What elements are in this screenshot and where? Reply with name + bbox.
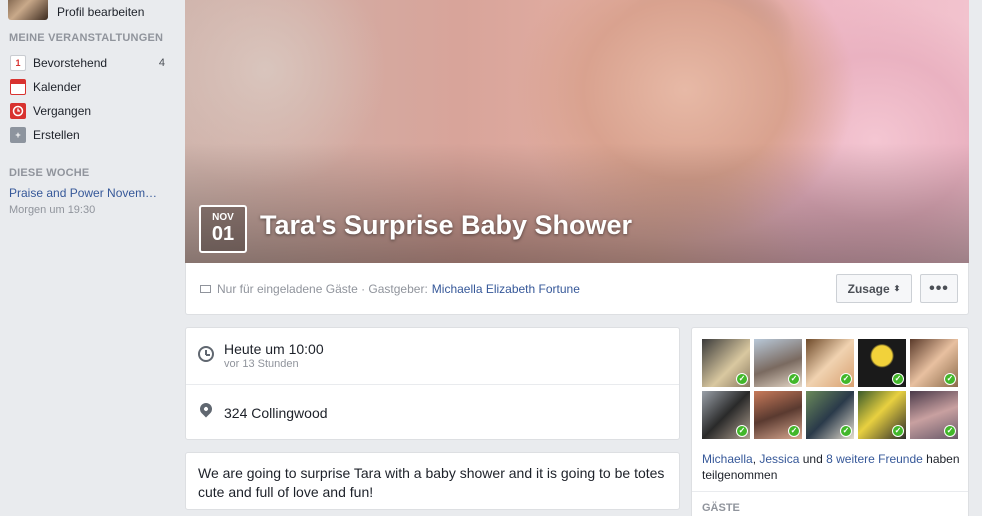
- sidebar-item-calendar[interactable]: Kalender: [10, 77, 170, 97]
- event-month: NOV: [212, 212, 234, 223]
- profile-row[interactable]: Profil bearbeiten: [8, 0, 144, 20]
- calendar-grid-icon: [10, 79, 26, 95]
- guests-heading: GÄSTE: [702, 502, 740, 514]
- updown-caret-icon: ⬍: [893, 284, 901, 293]
- guest-avatar[interactable]: ✓: [702, 339, 750, 387]
- week-event-link[interactable]: Praise and Power Novem…: [9, 186, 179, 200]
- more-options-button[interactable]: •••: [920, 274, 958, 303]
- check-icon: ✓: [736, 373, 748, 385]
- guest-avatar[interactable]: ✓: [858, 339, 906, 387]
- clock-icon: [198, 346, 214, 362]
- event-cover-photo[interactable]: NOV 01 Tara's Surprise Baby Shower: [185, 0, 969, 263]
- upcoming-count: 4: [158, 57, 165, 69]
- week-event-time: Morgen um 19:30: [9, 204, 96, 216]
- divider: [186, 384, 679, 385]
- and-text: und: [799, 452, 827, 466]
- clock-past-icon: [10, 103, 26, 119]
- sidebar-item-label: Bevorstehend: [33, 56, 108, 70]
- privacy-text: Nur für eingeladene Gäste · Gastgeber:: [217, 282, 428, 296]
- event-day: 01: [211, 223, 235, 245]
- guest-avatar[interactable]: ✓: [806, 339, 854, 387]
- event-description-card: We are going to surprise Tara with a bab…: [185, 452, 680, 510]
- event-date-badge: NOV 01: [199, 205, 247, 253]
- check-icon: ✓: [788, 425, 800, 437]
- guests-attended-text: Michaella, Jessica und 8 weitere Freunde…: [702, 451, 964, 483]
- event-privacy-line: Nur für eingeladene Gäste · Gastgeber: M…: [200, 282, 580, 296]
- sidebar-item-create[interactable]: + Erstellen: [10, 125, 170, 145]
- avatar[interactable]: [8, 0, 48, 20]
- check-icon: ✓: [892, 425, 904, 437]
- plus-create-icon: +: [10, 127, 26, 143]
- cover-gradient: [185, 143, 969, 263]
- host-link[interactable]: Michaella Elizabeth Fortune: [432, 282, 580, 296]
- event-time[interactable]: Heute um 10:00: [224, 341, 324, 357]
- sidebar-item-label: Erstellen: [33, 128, 80, 142]
- guest-avatar[interactable]: ✓: [702, 391, 750, 439]
- event-info-bar: Nur für eingeladene Gäste · Gastgeber: M…: [185, 263, 969, 315]
- envelope-icon: [200, 285, 211, 293]
- guest-avatar[interactable]: ✓: [754, 391, 802, 439]
- divider: [692, 491, 968, 492]
- check-icon: ✓: [944, 425, 956, 437]
- event-description: We are going to surprise Tara with a bab…: [198, 465, 665, 500]
- location-pin-icon: [197, 400, 215, 418]
- guest-link-michaella[interactable]: Michaella: [702, 452, 753, 466]
- left-sidebar: Profil bearbeiten MEINE VERANSTALTUNGEN …: [0, 0, 185, 516]
- sidebar-item-upcoming[interactable]: 1 Bevorstehend 4: [10, 53, 170, 73]
- rsvp-button[interactable]: Zusage ⬍: [836, 274, 912, 303]
- edit-profile-link[interactable]: Profil bearbeiten: [57, 5, 144, 19]
- guest-avatar[interactable]: ✓: [754, 339, 802, 387]
- event-time-relative: vor 13 Stunden: [224, 358, 299, 370]
- check-icon: ✓: [840, 425, 852, 437]
- sidebar-item-label: Kalender: [33, 80, 82, 94]
- check-icon: ✓: [788, 373, 800, 385]
- calendar-day-icon: 1: [10, 55, 26, 71]
- guests-card: ✓ ✓ ✓ ✓ ✓ ✓ ✓ ✓ ✓ ✓ Michaella, Jessica u…: [691, 327, 969, 516]
- guest-avatar[interactable]: ✓: [910, 391, 958, 439]
- sidebar-item-past[interactable]: Vergangen: [10, 101, 170, 121]
- guest-link-jessica[interactable]: Jessica: [759, 452, 799, 466]
- guest-avatar[interactable]: ✓: [858, 391, 906, 439]
- check-icon: ✓: [840, 373, 852, 385]
- check-icon: ✓: [944, 373, 956, 385]
- more-friends-link[interactable]: 8 weitere Freunde: [826, 452, 923, 466]
- check-icon: ✓: [892, 373, 904, 385]
- check-icon: ✓: [736, 425, 748, 437]
- guest-avatar[interactable]: ✓: [806, 391, 854, 439]
- event-location[interactable]: 324 Collingwood: [224, 405, 328, 421]
- my-events-heading: MEINE VERANSTALTUNGEN: [9, 32, 164, 44]
- event-title: Tara's Surprise Baby Shower: [260, 210, 633, 240]
- event-details-card: Heute um 10:00 vor 13 Stunden 324 Collin…: [185, 327, 680, 440]
- rsvp-label: Zusage: [847, 281, 890, 296]
- sidebar-item-label: Vergangen: [33, 104, 92, 118]
- this-week-heading: DIESE WOCHE: [9, 167, 90, 179]
- guest-avatar[interactable]: ✓: [910, 339, 958, 387]
